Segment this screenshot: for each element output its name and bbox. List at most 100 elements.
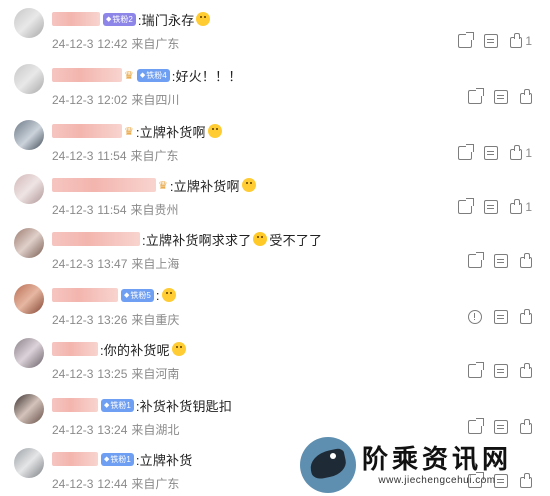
like-icon[interactable] <box>520 418 532 434</box>
comment-location: 来自广东 <box>131 477 180 491</box>
share-icon[interactable] <box>468 418 484 434</box>
comment-actions <box>468 88 532 104</box>
fan-badge: ◆ 铁粉5 <box>121 288 154 302</box>
comment-item: :你的补货呢 24-12-3 13:25 来自河南 <box>0 336 550 388</box>
fan-badge: ◆ 铁粉2 <box>103 12 136 26</box>
comment-actions <box>468 308 532 324</box>
smile-emoji-icon <box>241 178 256 192</box>
username[interactable] <box>52 452 98 466</box>
like-icon[interactable] <box>510 144 523 160</box>
comment-meta: 24-12-3 11:54 来自贵州 <box>52 201 179 218</box>
avatar[interactable] <box>14 64 44 94</box>
share-icon[interactable] <box>458 32 475 48</box>
comment-meta: 24-12-3 11:54 来自广东 <box>52 147 179 164</box>
username[interactable] <box>52 12 100 26</box>
like-icon[interactable] <box>520 88 532 104</box>
comment-text: :瑞门永存 <box>137 12 195 28</box>
comment-date: 24-12-3 <box>52 367 94 381</box>
username[interactable] <box>52 288 118 302</box>
reply-icon[interactable] <box>494 254 508 268</box>
like-icon[interactable] <box>520 252 532 268</box>
comment-date: 24-12-3 <box>52 37 94 51</box>
share-icon[interactable] <box>458 144 475 160</box>
comment-item: ♛:立牌补货啊 24-12-3 11:54 来自广东 1 <box>0 118 550 170</box>
comment-item: :立牌补货啊求求了 受不了了 24-12-3 13:47 来自上海 <box>0 226 550 278</box>
reply-icon[interactable] <box>484 200 499 214</box>
share-icon[interactable] <box>468 88 484 104</box>
avatar[interactable] <box>14 8 44 38</box>
comment-time: 12:42 <box>97 37 128 51</box>
like-icon[interactable] <box>510 32 523 48</box>
avatar[interactable] <box>14 448 44 478</box>
comment-meta: 24-12-3 12:02 来自四川 <box>52 91 179 108</box>
avatar[interactable] <box>14 174 44 204</box>
like-icon[interactable] <box>520 362 532 378</box>
comment-location: 来自四川 <box>131 93 180 107</box>
avatar[interactable] <box>14 120 44 150</box>
comment-location: 来自广东 <box>130 149 179 163</box>
crown-icon: ♛ <box>124 69 134 82</box>
username[interactable] <box>52 398 98 412</box>
like-icon[interactable] <box>520 308 532 324</box>
share-icon[interactable] <box>468 252 484 268</box>
comment-date: 24-12-3 <box>52 423 94 437</box>
watermark-url: www.jiechengcehui.com <box>378 474 496 486</box>
comment-actions: 1 <box>458 144 532 160</box>
username[interactable] <box>52 232 140 246</box>
comment-actions <box>468 252 532 268</box>
fan-badge-label: 铁粉2 <box>112 14 133 24</box>
diamond-icon: ◆ <box>124 291 130 299</box>
username[interactable] <box>52 178 156 192</box>
smile-emoji-icon <box>171 342 186 356</box>
avatar[interactable] <box>14 284 44 314</box>
username[interactable] <box>52 124 122 138</box>
reply-icon[interactable] <box>494 90 508 104</box>
username[interactable] <box>52 342 98 356</box>
comment-location: 来自贵州 <box>130 203 179 217</box>
comment-location: 来自河南 <box>131 367 180 381</box>
comment-text: : <box>155 287 160 303</box>
comment-text: :立牌补货啊求求了 <box>142 232 252 248</box>
comment-date: 24-12-3 <box>52 149 94 163</box>
cry-emoji-icon <box>253 232 268 246</box>
comment-actions: 1 <box>458 32 532 48</box>
comment-text: :立牌补货啊 <box>169 178 240 194</box>
reply-icon[interactable] <box>494 310 508 324</box>
watermark: 阶乘资讯网 www.jiechengcehui.com <box>300 434 550 496</box>
avatar[interactable] <box>14 394 44 424</box>
comment-meta: 24-12-3 13:25 来自河南 <box>52 365 179 382</box>
reply-icon[interactable] <box>484 146 499 160</box>
reply-icon[interactable] <box>484 34 499 48</box>
fan-badge-label: 铁粉1 <box>110 400 131 410</box>
comment-actions: 1 <box>458 198 532 214</box>
share-icon[interactable] <box>468 362 484 378</box>
avatar[interactable] <box>14 228 44 258</box>
reply-icon[interactable] <box>494 420 508 434</box>
comment-text: :补货补货钥匙扣 <box>135 398 233 414</box>
comment-actions <box>468 418 532 434</box>
fan-badge-label: 铁粉4 <box>146 70 167 80</box>
report-icon[interactable] <box>468 310 482 324</box>
comment-meta: 24-12-3 13:47 来自上海 <box>52 255 179 272</box>
comment-actions <box>468 362 532 378</box>
fan-badge: ◆ 铁粉4 <box>136 68 170 82</box>
like-count: 1 <box>525 146 532 160</box>
reply-icon[interactable] <box>494 364 508 378</box>
username[interactable] <box>52 68 122 82</box>
watermark-title: 阶乘资讯网 <box>362 444 513 475</box>
comment-item: ◆ 铁粉2:瑞门永存 24-12-3 12:42 来自广东 1 <box>0 6 550 58</box>
like-icon[interactable] <box>510 198 523 214</box>
crown-icon: ♛ <box>124 125 134 138</box>
comment-time: 11:54 <box>97 149 127 163</box>
comment-location: 来自上海 <box>131 257 180 271</box>
diamond-icon: ◆ <box>104 401 110 409</box>
share-icon[interactable] <box>458 198 475 214</box>
comment-location: 来自湖北 <box>131 423 180 437</box>
fan-badge-label: 铁粉5 <box>130 290 151 300</box>
comment-item: ◆ 铁粉5: 24-12-3 13:26 来自重庆 <box>0 282 550 334</box>
avatar[interactable] <box>14 338 44 368</box>
diamond-icon: ◆ <box>139 71 146 79</box>
comment-date: 24-12-3 <box>52 477 94 491</box>
comment-meta: 24-12-3 12:42 来自广东 <box>52 35 179 52</box>
smile-emoji-icon <box>161 288 176 302</box>
